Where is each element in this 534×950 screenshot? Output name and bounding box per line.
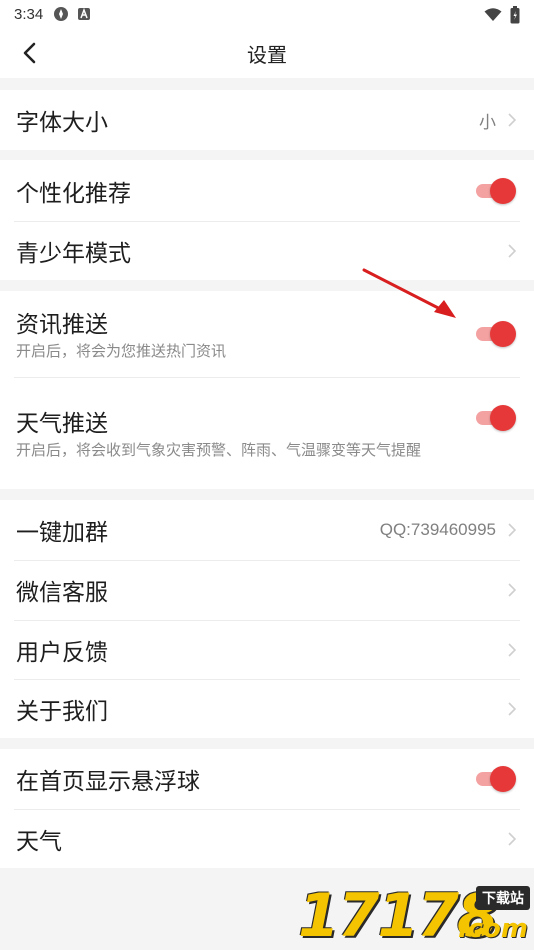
a-notification-icon [77, 7, 91, 21]
chevron-right-icon [506, 701, 518, 717]
settings-group-support: 一键加群 QQ:739460995 微信客服 用户反馈 关于我们 [0, 500, 534, 738]
weather-push-toggle[interactable] [476, 405, 516, 431]
wifi-icon [484, 8, 502, 26]
weather-push-row: 天气推送 开启后，将会收到气象灾害预警、阵雨、气温骤变等天气提醒 [0, 377, 534, 489]
news-push-description: 开启后，将会为您推送热门资讯 [16, 342, 227, 360]
personalized-recommend-label: 个性化推荐 [16, 180, 131, 207]
page-title: 设置 [247, 42, 287, 67]
join-group-row[interactable]: 一键加群 QQ:739460995 [0, 500, 534, 560]
about-us-label: 关于我们 [16, 698, 108, 725]
font-size-label: 字体大小 [16, 110, 108, 136]
chevron-right-icon [506, 642, 518, 658]
join-group-label: 一键加群 [16, 520, 108, 546]
watermark-badge: 下载站 [476, 886, 530, 910]
news-push-label: 资讯推送 [16, 312, 108, 338]
back-arrow-icon [23, 42, 36, 64]
teen-mode-label: 青少年模式 [16, 240, 131, 267]
qq-number-value: QQ:739460995 [379, 520, 496, 539]
site-watermark: 17178 下载站 .com [298, 882, 530, 950]
app-notification-icon [53, 6, 69, 22]
personalized-recommend-toggle[interactable] [476, 177, 516, 204]
settings-group-home: 在首页显示悬浮球 天气 [0, 749, 534, 868]
personalized-recommend-row: 个性化推荐 [0, 160, 534, 221]
about-us-row[interactable]: 关于我们 [0, 679, 534, 738]
settings-group-recommend: 个性化推荐 青少年模式 [0, 160, 534, 280]
status-time: 3:34 [14, 5, 44, 23]
teen-mode-row[interactable]: 青少年模式 [0, 221, 534, 280]
settings-group-push: 资讯推送 开启后，将会为您推送热门资讯 天气推送 开启后，将会收到气象灾害预警、… [0, 291, 534, 489]
font-size-value: 小 [479, 112, 496, 132]
weather-row[interactable]: 天气 [0, 809, 534, 868]
battery-icon [510, 6, 520, 28]
wechat-service-row[interactable]: 微信客服 [0, 560, 534, 620]
back-button[interactable] [16, 40, 42, 66]
wechat-service-label: 微信客服 [16, 580, 108, 606]
chevron-right-icon [506, 831, 518, 847]
weather-push-description: 开启后，将会收到气象灾害预警、阵雨、气温骤变等天气提醒 [16, 441, 422, 459]
floating-ball-toggle[interactable] [476, 766, 516, 792]
settings-group-display: 字体大小 小 [0, 90, 534, 150]
chevron-right-icon [506, 582, 518, 598]
news-push-toggle[interactable] [476, 321, 516, 347]
chevron-right-icon [506, 243, 518, 259]
feedback-row[interactable]: 用户反馈 [0, 620, 534, 679]
weather-push-label: 天气推送 [16, 411, 108, 437]
status-bar: 3:34 [0, 0, 534, 28]
watermark-domain: .com [457, 914, 528, 944]
app-header: 设置 [0, 28, 534, 78]
font-size-row[interactable]: 字体大小 小 [0, 90, 534, 150]
feedback-label: 用户反馈 [16, 639, 108, 666]
floating-ball-label: 在首页显示悬浮球 [16, 769, 200, 795]
weather-label: 天气 [16, 828, 62, 855]
chevron-right-icon [506, 112, 518, 128]
news-push-row: 资讯推送 开启后，将会为您推送热门资讯 [0, 291, 534, 377]
chevron-right-icon [506, 522, 518, 538]
floating-ball-row: 在首页显示悬浮球 [0, 749, 534, 809]
